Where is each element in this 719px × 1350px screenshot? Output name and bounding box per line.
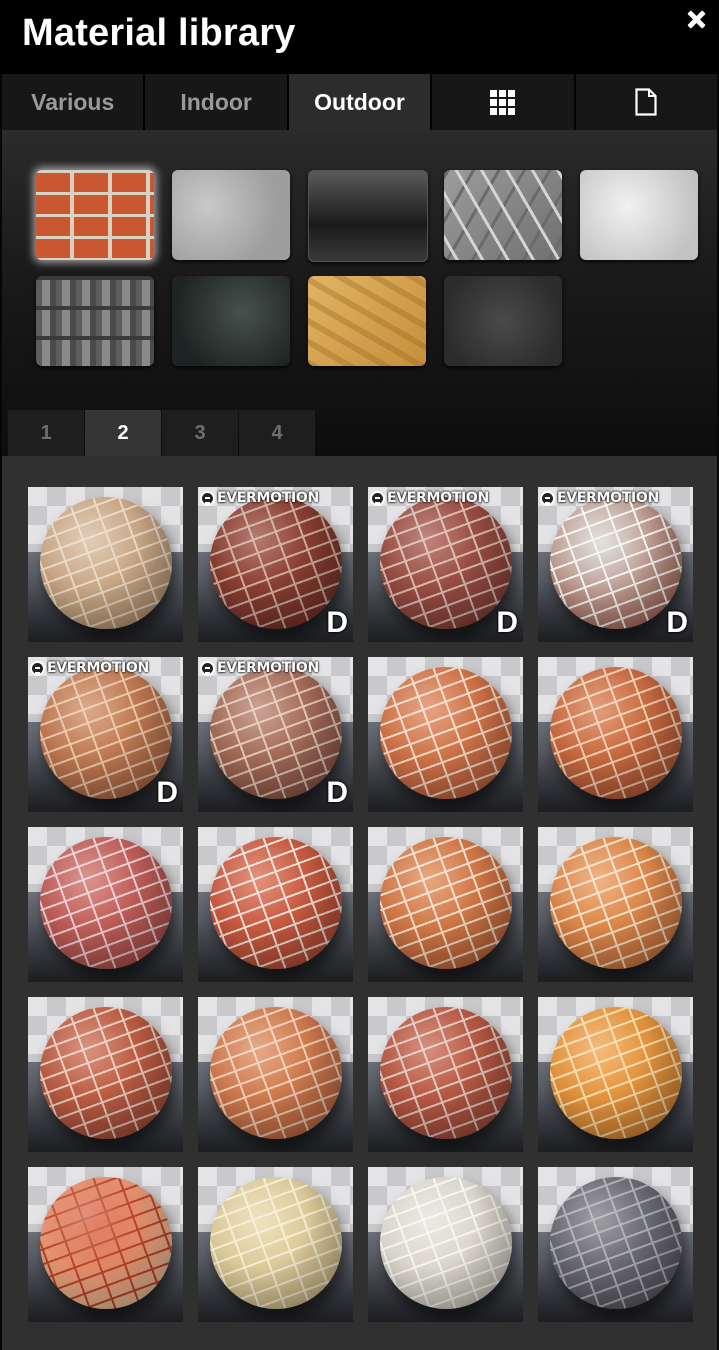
material-tile[interactable]: EVERMOTION D [198, 657, 353, 812]
material-tile[interactable] [28, 997, 183, 1152]
material-tile[interactable] [368, 997, 523, 1152]
material-sphere [210, 497, 342, 629]
download-badge: D [326, 606, 348, 639]
material-tile[interactable] [538, 827, 693, 982]
evermotion-label: EVERMOTION [217, 490, 319, 506]
material-sphere [380, 1007, 512, 1139]
material-tile[interactable]: EVERMOTION D [198, 487, 353, 642]
evermotion-logo-icon [540, 490, 555, 506]
evermotion-logo-icon [200, 660, 215, 676]
download-badge: D [496, 606, 518, 639]
evermotion-badge: EVERMOTION [200, 490, 319, 506]
material-tile[interactable] [538, 657, 693, 812]
category-tabs: Various Indoor Outdoor [2, 74, 718, 130]
material-sphere [550, 1177, 682, 1309]
material-sphere [210, 667, 342, 799]
material-sphere [380, 1177, 512, 1309]
material-tile[interactable] [368, 827, 523, 982]
material-sphere [380, 497, 512, 629]
page-tab-1[interactable]: 1 [8, 410, 84, 456]
material-tile[interactable] [538, 1167, 693, 1322]
evermotion-badge: EVERMOTION [370, 490, 489, 506]
page-tab-4[interactable]: 4 [239, 410, 315, 456]
texture-area [2, 130, 717, 456]
texture-concrete[interactable] [172, 170, 290, 260]
page-tabs: 1 2 3 4 [8, 410, 316, 456]
material-sphere [380, 667, 512, 799]
material-tile[interactable] [368, 1167, 523, 1322]
page-tab-2[interactable]: 2 [85, 410, 161, 456]
texture-red-brick-wall[interactable] [36, 170, 154, 260]
material-sphere [210, 837, 342, 969]
tab-label: Outdoor [314, 88, 405, 115]
evermotion-label: EVERMOTION [557, 490, 659, 506]
material-tile[interactable] [28, 1167, 183, 1322]
material-sphere [40, 837, 172, 969]
material-tile[interactable] [198, 827, 353, 982]
texture-white-plaster[interactable] [580, 170, 698, 260]
material-tile[interactable] [198, 1167, 353, 1322]
materials-grid: EVERMOTION D EVERMOTION D EVERMOTION D EVERMOT… [2, 456, 717, 1350]
material-sphere [380, 837, 512, 969]
evermotion-label: EVERMOTION [47, 660, 149, 676]
texture-asphalt[interactable] [444, 276, 562, 366]
material-library-panel: Material library Various Indoor Outdoor [0, 0, 719, 1350]
material-sphere [40, 1007, 172, 1139]
grid-icon [490, 89, 516, 115]
document-icon [635, 88, 657, 116]
evermotion-label: EVERMOTION [387, 490, 489, 506]
download-badge: D [326, 776, 348, 809]
tab-indoor[interactable]: Indoor [145, 74, 289, 130]
texture-osb-wood[interactable] [308, 276, 426, 366]
material-tile[interactable] [368, 657, 523, 812]
tab-document[interactable] [575, 74, 718, 130]
tab-label: Various [31, 88, 115, 115]
material-sphere [210, 1177, 342, 1309]
texture-dark-granite[interactable] [172, 276, 290, 366]
material-sphere [210, 1007, 342, 1139]
evermotion-badge: EVERMOTION [540, 490, 659, 506]
evermotion-label: EVERMOTION [217, 660, 319, 676]
evermotion-logo-icon [200, 490, 215, 506]
material-sphere [550, 667, 682, 799]
evermotion-logo-icon [30, 660, 45, 676]
material-tile[interactable] [28, 487, 183, 642]
evermotion-logo-icon [370, 490, 385, 506]
material-sphere [40, 667, 172, 799]
tab-various[interactable]: Various [2, 74, 146, 130]
tab-label: Indoor [180, 88, 252, 115]
panel-title: Material library [22, 12, 296, 54]
material-sphere [550, 837, 682, 969]
material-tile[interactable] [538, 997, 693, 1152]
material-sphere [550, 497, 682, 629]
evermotion-badge: EVERMOTION [30, 660, 149, 676]
material-tile[interactable]: EVERMOTION D [28, 657, 183, 812]
download-badge: D [666, 606, 688, 639]
tab-outdoor[interactable]: Outdoor [288, 74, 433, 130]
material-sphere [40, 497, 172, 629]
tab-grid-view[interactable] [432, 74, 576, 130]
download-badge: D [156, 776, 178, 809]
material-tile[interactable] [28, 827, 183, 982]
material-sphere [550, 1007, 682, 1139]
evermotion-badge: EVERMOTION [200, 660, 319, 676]
header: Material library [0, 0, 719, 74]
texture-roof-tiles[interactable] [36, 276, 154, 366]
material-tile[interactable] [198, 997, 353, 1152]
close-icon[interactable] [685, 8, 707, 30]
material-sphere [40, 1177, 172, 1309]
material-tile[interactable]: EVERMOTION D [538, 487, 693, 642]
page-tab-3[interactable]: 3 [162, 410, 238, 456]
texture-diamond-plate-metal[interactable] [444, 170, 562, 260]
material-tile[interactable]: EVERMOTION D [368, 487, 523, 642]
texture-dark-glass[interactable] [308, 170, 428, 262]
